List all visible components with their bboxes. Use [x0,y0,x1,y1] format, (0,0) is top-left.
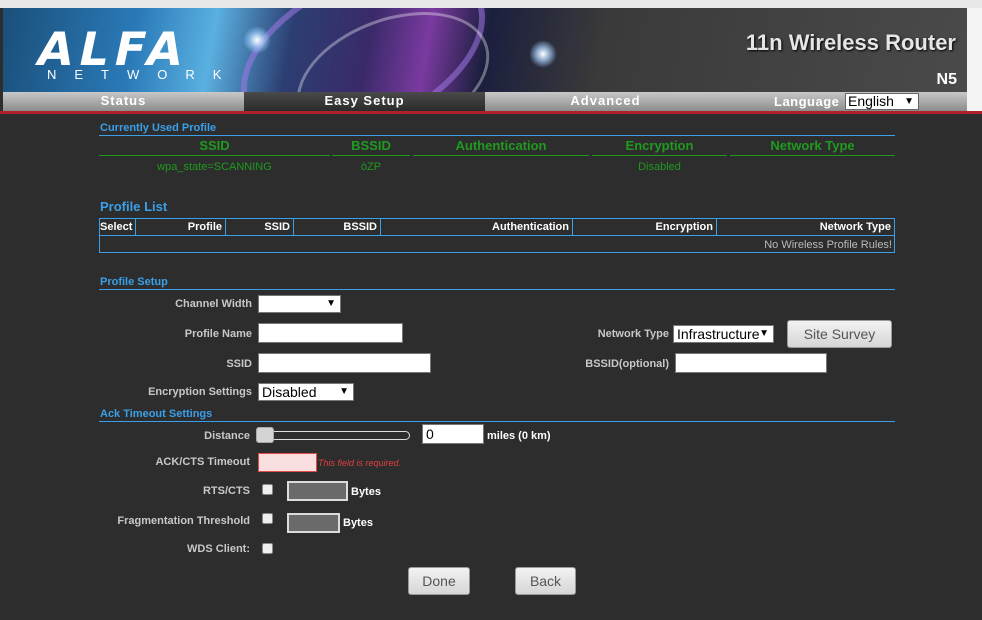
profile-list-empty-text: No Wireless Profile Rules! [764,239,892,251]
current-bssid-value: òZP [360,161,382,173]
wds-client-checkbox[interactable] [262,543,273,554]
model-name: N5 [936,71,957,88]
distance-label: Distance [204,430,250,442]
channel-width-label: Channel Width [175,298,252,310]
profile-list-table: Select Profile SSID BSSID Authentication… [99,218,895,253]
section-rule [99,421,895,422]
back-button[interactable]: Back [515,567,576,595]
router-title: 11n Wireless Router [745,30,956,55]
section-rule [99,135,895,136]
current-ssid-value: wpa_state=SCANNING [157,161,272,173]
current-col-encryption: Encryption [592,138,727,156]
bssid-input[interactable] [675,353,827,373]
chevron-down-icon: ▼ [759,328,769,339]
rts-cts-label: RTS/CTS [202,485,250,497]
profile-col-select: Select [100,219,136,236]
header-banner: ALFA NETWORK 11n Wireless Router N5 [3,8,967,92]
profile-col-authentication: Authentication [381,219,573,236]
network-type-value: Infrastructure [677,326,760,342]
ssid-input[interactable] [258,353,431,373]
wds-client-label: WDS Client: [187,543,250,555]
ack-timeout-title: Ack Timeout Settings [100,408,213,420]
language-select[interactable]: English ▼ [845,93,919,110]
profile-col-bssid: BSSID [294,219,381,236]
distance-unit: miles (0 km) [487,430,551,442]
fragmentation-threshold-label: Fragmentation Threshold [117,515,250,527]
rts-cts-bytes-input[interactable] [287,481,348,501]
channel-width-select[interactable]: ▼ [258,295,341,313]
language-value: English [848,93,894,109]
encryption-settings-label: Encryption Settings [148,386,252,398]
tab-advanced[interactable]: Advanced [485,92,726,111]
ack-cts-timeout-label: ACK/CTS Timeout [155,456,250,468]
ssid-label: SSID [226,358,252,370]
distance-input[interactable]: 0 [422,424,484,444]
distance-slider-handle[interactable] [256,427,274,443]
tab-easy-setup[interactable]: Easy Setup [244,92,485,111]
router-admin-page: ALFA NETWORK 11n Wireless Router N5 Stat… [0,0,982,620]
right-gap [967,8,982,112]
top-strip [0,0,982,8]
chevron-down-icon: ▼ [904,96,914,107]
nav-red-line [0,111,982,114]
nav-bar: Status Easy Setup Advanced Language Engl… [3,92,967,111]
rts-cts-bytes-unit: Bytes [351,486,381,498]
current-encryption-value: Disabled [638,161,681,173]
fragmentation-bytes-input[interactable] [287,513,340,533]
network-type-select[interactable]: Infrastructure ▼ [673,325,774,343]
chevron-down-icon: ▼ [339,386,349,397]
profile-col-encryption: Encryption [573,219,717,236]
done-button[interactable]: Done [408,567,470,595]
current-col-network-type: Network Type [730,138,895,156]
chevron-down-icon: ▼ [326,298,336,309]
profile-list-title: Profile List [100,199,168,214]
profile-col-profile: Profile [136,219,226,236]
current-col-ssid: SSID [99,138,330,156]
encryption-value: Disabled [262,384,317,400]
tab-status[interactable]: Status [3,92,244,111]
alfa-logo-sub: NETWORK [47,67,240,82]
profile-setup-title: Profile Setup [100,276,168,288]
rts-cts-checkbox[interactable] [262,484,273,495]
current-profile-title: Currently Used Profile [100,122,217,134]
distance-slider-track[interactable] [258,431,410,440]
profile-col-ssid: SSID [226,219,294,236]
profile-col-network-type: Network Type [717,219,894,236]
site-survey-button[interactable]: Site Survey [787,320,892,348]
language-label: Language [774,94,840,109]
ack-cts-timeout-input[interactable] [258,453,317,472]
profile-name-input[interactable] [258,323,403,343]
banner-glow [243,26,271,54]
ack-cts-error-message: This field is required. [318,458,402,468]
section-rule [99,289,895,290]
fragmentation-bytes-unit: Bytes [343,517,373,529]
encryption-select[interactable]: Disabled ▼ [258,383,354,401]
profile-name-label: Profile Name [184,328,252,340]
banner-glow [529,40,557,68]
current-col-bssid: BSSID [332,138,410,156]
bssid-optional-label: BSSID(optional) [585,358,669,370]
fragmentation-checkbox[interactable] [262,513,273,524]
network-type-label: Network Type [597,328,669,340]
current-col-authentication: Authentication [413,138,589,156]
